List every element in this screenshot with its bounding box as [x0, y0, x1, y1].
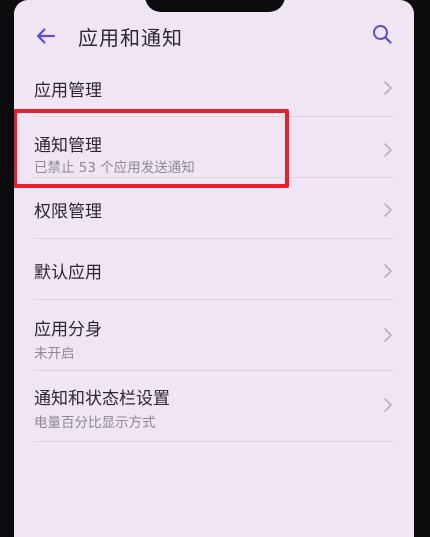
menu-item-app-twin[interactable]: 应用分身 未开启 — [14, 300, 414, 370]
menu-item-title: 应用分身 — [34, 320, 102, 340]
menu-item-title: 默认应用 — [34, 263, 102, 283]
menu-item-title: 应用管理 — [34, 81, 102, 101]
chevron-right-icon — [382, 202, 394, 218]
menu-item-title: 权限管理 — [34, 202, 102, 222]
chevron-right-icon — [382, 263, 394, 279]
menu-item-subtitle: 未开启 — [34, 346, 75, 362]
chevron-right-icon — [382, 142, 394, 158]
red-highlight-box — [14, 109, 289, 188]
chevron-right-icon — [382, 80, 394, 96]
menu-item-subtitle: 电量百分比显示方式 — [34, 415, 156, 431]
divider — [34, 441, 394, 442]
menu-item-default-apps[interactable]: 默认应用 — [14, 239, 414, 299]
chevron-right-icon — [382, 327, 394, 343]
menu-item-notification-status-bar-settings[interactable]: 通知和状态栏设置 电量百分比显示方式 — [14, 371, 414, 441]
phone-screen: 应用和通知 应用管理 通知管理 已禁止 53 个应用发送通知 权限管理 默认应用… — [14, 0, 414, 537]
page-title: 应用和通知 — [78, 26, 183, 50]
chevron-right-icon — [382, 397, 394, 413]
menu-item-app-management[interactable]: 应用管理 — [14, 60, 414, 116]
arrow-left-icon[interactable] — [34, 24, 58, 48]
search-icon[interactable] — [370, 22, 394, 46]
top-app-bar: 应用和通知 — [14, 14, 414, 60]
menu-item-title: 通知和状态栏设置 — [34, 389, 170, 409]
camera-notch — [145, 0, 285, 12]
